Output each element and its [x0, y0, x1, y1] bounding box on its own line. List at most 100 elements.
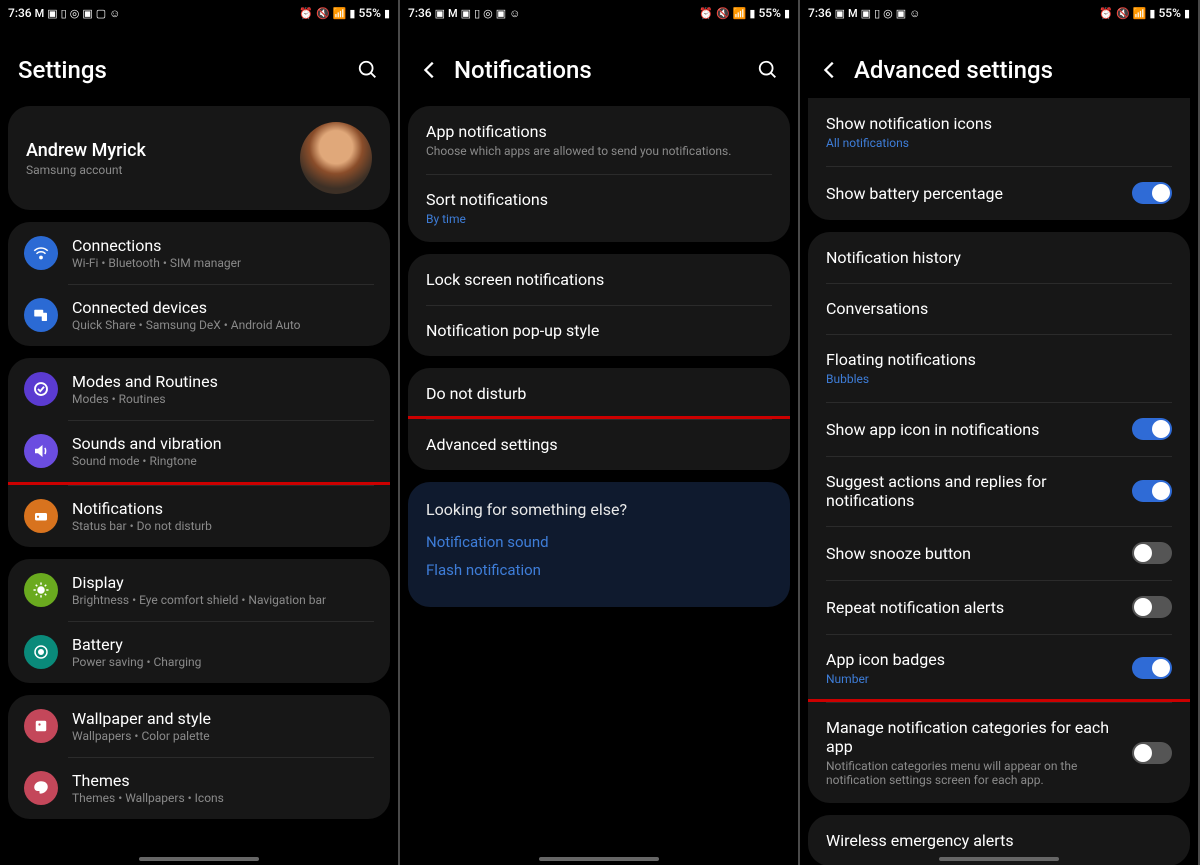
profile-sub: Samsung account: [26, 163, 286, 177]
toggle[interactable]: [1132, 657, 1172, 679]
row-title: Wireless emergency alerts: [826, 831, 1172, 850]
battery-icon: ▮: [784, 7, 790, 20]
adv-group: Show notification icons All notification…: [808, 98, 1190, 220]
wifi-icon: [24, 236, 58, 270]
profile-card[interactable]: Andrew Myrick Samsung account: [8, 106, 390, 210]
row-battery[interactable]: Battery Power saving • Charging: [8, 621, 390, 683]
row-sub: By time: [426, 212, 772, 226]
row-connections[interactable]: Connections Wi-Fi • Bluetooth • SIM mana…: [8, 222, 390, 284]
app-icon: ▣: [435, 7, 445, 20]
row-title: Floating notifications: [826, 350, 1172, 369]
battery-pct: 55%: [758, 6, 780, 20]
toggle[interactable]: [1132, 418, 1172, 440]
app-icon: ▣: [861, 7, 871, 20]
row-sub: Modes • Routines: [72, 392, 374, 406]
row-app-icon-badges[interactable]: App icon badges Number: [808, 634, 1190, 702]
avatar[interactable]: [300, 122, 372, 194]
battery-icon: ▮: [384, 7, 390, 20]
home-indicator[interactable]: [939, 857, 1059, 861]
row-show-app-icon[interactable]: Show app icon in notifications: [808, 402, 1190, 456]
page-title: Settings: [18, 56, 344, 84]
row-dnd[interactable]: Do not disturb: [408, 368, 790, 419]
settings-group: Wallpaper and style Wallpapers • Color p…: [8, 695, 390, 819]
alarm-icon: ⏰: [299, 7, 313, 20]
row-notif-history[interactable]: Notification history: [808, 232, 1190, 283]
help-link-flash[interactable]: Flash notification: [426, 561, 772, 579]
row-notifications[interactable]: Notifications Status bar • Do not distur…: [8, 482, 390, 547]
row-title: Manage notification categories for each …: [826, 718, 1120, 756]
row-connected-devices[interactable]: Connected devices Quick Share • Samsung …: [8, 284, 390, 346]
row-sort-notifications[interactable]: Sort notifications By time: [408, 174, 790, 242]
row-title: Show notification icons: [826, 114, 1172, 133]
row-display[interactable]: Display Brightness • Eye comfort shield …: [8, 559, 390, 621]
app-icon: ▣: [835, 7, 845, 20]
row-repeat-alerts[interactable]: Repeat notification alerts: [808, 580, 1190, 634]
search-icon[interactable]: [756, 58, 780, 82]
notif-group: Lock screen notifications Notification p…: [408, 254, 790, 356]
row-title: Notifications: [72, 499, 374, 518]
row-sub: Wi-Fi • Bluetooth • SIM manager: [72, 256, 374, 270]
row-modes[interactable]: Modes and Routines Modes • Routines: [8, 358, 390, 420]
row-popup-style[interactable]: Notification pop-up style: [408, 305, 790, 356]
gmail-icon: M: [448, 7, 458, 20]
home-indicator[interactable]: [139, 857, 259, 861]
row-sub: All notifications: [826, 136, 1172, 150]
row-snooze[interactable]: Show snooze button: [808, 526, 1190, 580]
row-wallpaper[interactable]: Wallpaper and style Wallpapers • Color p…: [8, 695, 390, 757]
status-time: 7:36: [8, 6, 32, 20]
display-icon: [24, 573, 58, 607]
back-icon[interactable]: [418, 58, 442, 82]
row-app-notifications[interactable]: App notifications Choose which apps are …: [408, 106, 790, 174]
signal-icon: ▮: [749, 7, 755, 20]
row-title: Show battery percentage: [826, 184, 1120, 203]
row-title: Lock screen notifications: [426, 270, 772, 289]
modes-icon: [24, 372, 58, 406]
row-sub: Brightness • Eye comfort shield • Naviga…: [72, 593, 374, 607]
screen-settings: 7:36 M ▣ ▯ ◎ ▣ ▢ ☺ ⏰ 🔇 📶 ▮ 55% ▮ Setting…: [0, 0, 398, 865]
row-themes[interactable]: Themes Themes • Wallpapers • Icons: [8, 757, 390, 819]
row-title: Show snooze button: [826, 544, 1120, 563]
row-sub: Status bar • Do not disturb: [72, 519, 374, 533]
help-link-sound[interactable]: Notification sound: [426, 533, 772, 551]
status-bar: 7:36 ▣ M ▣ ▯ ◎ ▣ ☺ ⏰ 🔇 📶 ▮ 55% ▮: [800, 0, 1198, 26]
messenger-icon: ☺: [109, 7, 120, 20]
mute-icon: 🔇: [1116, 7, 1130, 20]
messenger-icon: ☺: [909, 7, 920, 20]
row-manage-categories[interactable]: Manage notification categories for each …: [808, 699, 1190, 803]
row-advanced-settings[interactable]: Advanced settings: [408, 416, 790, 470]
row-title: Battery: [72, 635, 374, 654]
row-battery-pct[interactable]: Show battery percentage: [808, 166, 1190, 220]
row-sub: Themes • Wallpapers • Icons: [72, 791, 374, 805]
page-title: Advanced settings: [854, 56, 1180, 84]
toggle[interactable]: [1132, 542, 1172, 564]
row-conversations[interactable]: Conversations: [808, 283, 1190, 334]
battery-icon: ▮: [1184, 7, 1190, 20]
row-title: Conversations: [826, 299, 1172, 318]
row-show-notif-icons[interactable]: Show notification icons All notification…: [808, 98, 1190, 166]
adv-group: Notification history Conversations Float…: [808, 232, 1190, 803]
home-indicator[interactable]: [539, 857, 659, 861]
app-icon: ▯: [474, 7, 480, 20]
settings-group: Connections Wi-Fi • Bluetooth • SIM mana…: [8, 222, 390, 346]
screen-advanced: 7:36 ▣ M ▣ ▯ ◎ ▣ ☺ ⏰ 🔇 📶 ▮ 55% ▮ Advance…: [800, 0, 1198, 865]
toggle[interactable]: [1132, 596, 1172, 618]
wifi-icon: 📶: [733, 7, 747, 20]
toggle[interactable]: [1132, 182, 1172, 204]
toggle[interactable]: [1132, 742, 1172, 764]
row-title: Advanced settings: [426, 435, 772, 454]
devices-icon: [24, 298, 58, 332]
settings-group: Display Brightness • Eye comfort shield …: [8, 559, 390, 683]
search-icon[interactable]: [356, 58, 380, 82]
app-icon: ▣: [47, 7, 57, 20]
row-sounds[interactable]: Sounds and vibration Sound mode • Ringto…: [8, 420, 390, 482]
toggle[interactable]: [1132, 480, 1172, 502]
status-time: 7:36: [808, 6, 832, 20]
battery-pct: 55%: [1158, 6, 1180, 20]
row-floating-notif[interactable]: Floating notifications Bubbles: [808, 334, 1190, 402]
app-icon: ▣: [82, 7, 92, 20]
row-suggest-actions[interactable]: Suggest actions and replies for notifica…: [808, 456, 1190, 526]
header: Advanced settings: [800, 26, 1198, 96]
row-lockscreen-notif[interactable]: Lock screen notifications: [408, 254, 790, 305]
row-title: Connections: [72, 236, 374, 255]
back-icon[interactable]: [818, 58, 842, 82]
